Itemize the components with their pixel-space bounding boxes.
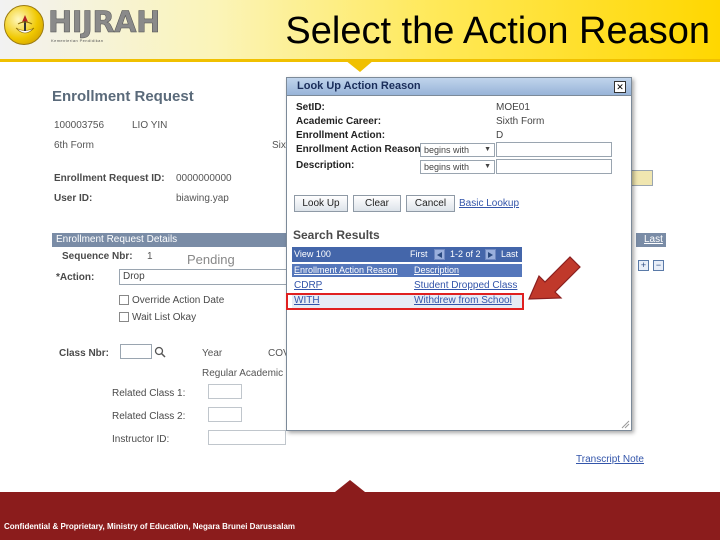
slide-footer: Confidential & Proprietary, Ministry of … bbox=[0, 492, 720, 540]
regular-academic-label: Regular Academic bbox=[202, 368, 284, 379]
column-action-reason[interactable]: Enrollment Action Reason bbox=[294, 265, 398, 275]
wait-list-okay-checkbox[interactable] bbox=[119, 312, 129, 322]
logo-tagline: Kementerian Pendidikan bbox=[51, 38, 104, 43]
search-icon[interactable] bbox=[154, 346, 166, 358]
last-link[interactable]: Last bbox=[644, 233, 663, 247]
action-select-value: Drop bbox=[123, 271, 145, 282]
action-reason-input[interactable] bbox=[496, 142, 612, 157]
resize-grip-icon[interactable] bbox=[620, 419, 630, 429]
description-operator-select[interactable]: begins with ▼ bbox=[420, 160, 495, 174]
highlight-box bbox=[286, 293, 524, 310]
page-title: Enrollment Request bbox=[52, 88, 194, 105]
result-description-link[interactable]: Student Dropped Class bbox=[414, 280, 517, 291]
look-up-button[interactable]: Look Up bbox=[294, 195, 348, 212]
results-range: 1-2 of 2 bbox=[450, 249, 481, 259]
dropdown-arrow-icon: ▼ bbox=[484, 146, 491, 153]
setid-value: MOE01 bbox=[496, 102, 530, 113]
year-label: Year bbox=[202, 348, 223, 359]
career-value: 6th Form bbox=[54, 140, 95, 151]
sequence-label: Sequence Nbr: bbox=[62, 251, 133, 262]
dropdown-arrow-icon: ▼ bbox=[484, 163, 491, 170]
wait-list-okay-label: Wait List Okay bbox=[132, 312, 197, 323]
pointer-arrow-icon bbox=[528, 256, 581, 300]
delete-row-icon[interactable]: − bbox=[653, 260, 664, 271]
view-100-link[interactable]: View 100 bbox=[294, 249, 331, 259]
transcript-note-link[interactable]: Transcript Note bbox=[576, 454, 644, 465]
crest-icon bbox=[4, 5, 44, 45]
section-nav-right: Last bbox=[636, 233, 666, 247]
related-class-1-input[interactable] bbox=[208, 384, 242, 399]
status-pending: Pending bbox=[187, 252, 235, 267]
add-row-icon[interactable]: + bbox=[638, 260, 649, 271]
slide-title: Select the Action Reason bbox=[285, 10, 710, 52]
slide-header: HIJRAH Kementerian Pendidikan Select the… bbox=[0, 0, 720, 62]
class-nbr-label: Class Nbr: bbox=[59, 348, 110, 359]
description-label: Description: bbox=[296, 160, 355, 171]
request-id-value: 0000000000 bbox=[176, 173, 232, 184]
last-link[interactable]: Last bbox=[501, 249, 518, 259]
student-id: 100003756 bbox=[54, 120, 105, 131]
results-nav-bar: View 100 First 1-2 of 2 Last bbox=[292, 247, 522, 262]
user-id-label: User ID: bbox=[54, 193, 93, 204]
column-description[interactable]: Description bbox=[414, 265, 459, 275]
first-link[interactable]: First bbox=[410, 249, 428, 259]
academic-career-value: Sixth Form bbox=[496, 116, 545, 127]
student-name: LIO YIN bbox=[132, 120, 168, 131]
class-nbr-input[interactable] bbox=[120, 344, 152, 359]
footer-text: Confidential & Proprietary, Ministry of … bbox=[4, 522, 296, 531]
table-row[interactable]: CDRP Student Dropped Class bbox=[292, 279, 522, 293]
sequence-value: 1 bbox=[147, 251, 153, 262]
override-action-date-checkbox[interactable] bbox=[119, 295, 129, 305]
description-input[interactable] bbox=[496, 159, 612, 174]
section-enrollment-details: Enrollment Request Details bbox=[52, 233, 290, 247]
clear-button[interactable]: Clear bbox=[353, 195, 401, 212]
action-reason-operator-select[interactable]: begins with ▼ bbox=[420, 143, 495, 157]
setid-label: SetID: bbox=[296, 102, 325, 113]
logo-text: HIJRAH bbox=[48, 5, 161, 40]
next-arrow-icon[interactable] bbox=[485, 249, 496, 260]
instructor-label: Instructor ID: bbox=[112, 434, 170, 445]
override-action-date-label: Override Action Date bbox=[132, 295, 225, 306]
search-results-title: Search Results bbox=[293, 228, 380, 242]
description-operator: begins with bbox=[424, 162, 470, 172]
enrollment-action-label: Enrollment Action: bbox=[296, 130, 386, 141]
action-select[interactable]: Drop bbox=[119, 269, 289, 285]
request-id-label: Enrollment Request ID: bbox=[54, 173, 165, 184]
action-reason-label: Enrollment Action Reason: bbox=[296, 144, 424, 155]
dialog-title: Look Up Action Reason bbox=[297, 80, 421, 92]
related-class-1-label: Related Class 1: bbox=[112, 388, 186, 399]
result-code-link[interactable]: CDRP bbox=[294, 280, 322, 291]
close-icon[interactable]: ✕ bbox=[614, 81, 626, 93]
previous-arrow-icon[interactable] bbox=[434, 249, 445, 260]
action-reason-operator: begins with bbox=[424, 145, 470, 155]
action-label: *Action: bbox=[56, 272, 95, 283]
enrollment-action-value: D bbox=[496, 130, 504, 141]
career-partial: Six bbox=[272, 140, 286, 151]
hijrah-logo: HIJRAH Kementerian Pendidikan bbox=[4, 3, 161, 47]
basic-lookup-link[interactable]: Basic Lookup bbox=[459, 198, 519, 209]
section-title: Enrollment Request Details bbox=[56, 234, 178, 245]
instructor-input[interactable] bbox=[208, 430, 286, 445]
academic-career-label: Academic Career: bbox=[296, 116, 382, 127]
user-id-value: biawing.yap bbox=[176, 193, 229, 204]
related-class-2-input[interactable] bbox=[208, 407, 242, 422]
dialog-titlebar[interactable]: Look Up Action Reason ✕ bbox=[287, 78, 631, 96]
cancel-button[interactable]: Cancel bbox=[406, 195, 455, 212]
related-class-2-label: Related Class 2: bbox=[112, 411, 186, 422]
results-header-row: Enrollment Action Reason Description bbox=[292, 264, 522, 277]
